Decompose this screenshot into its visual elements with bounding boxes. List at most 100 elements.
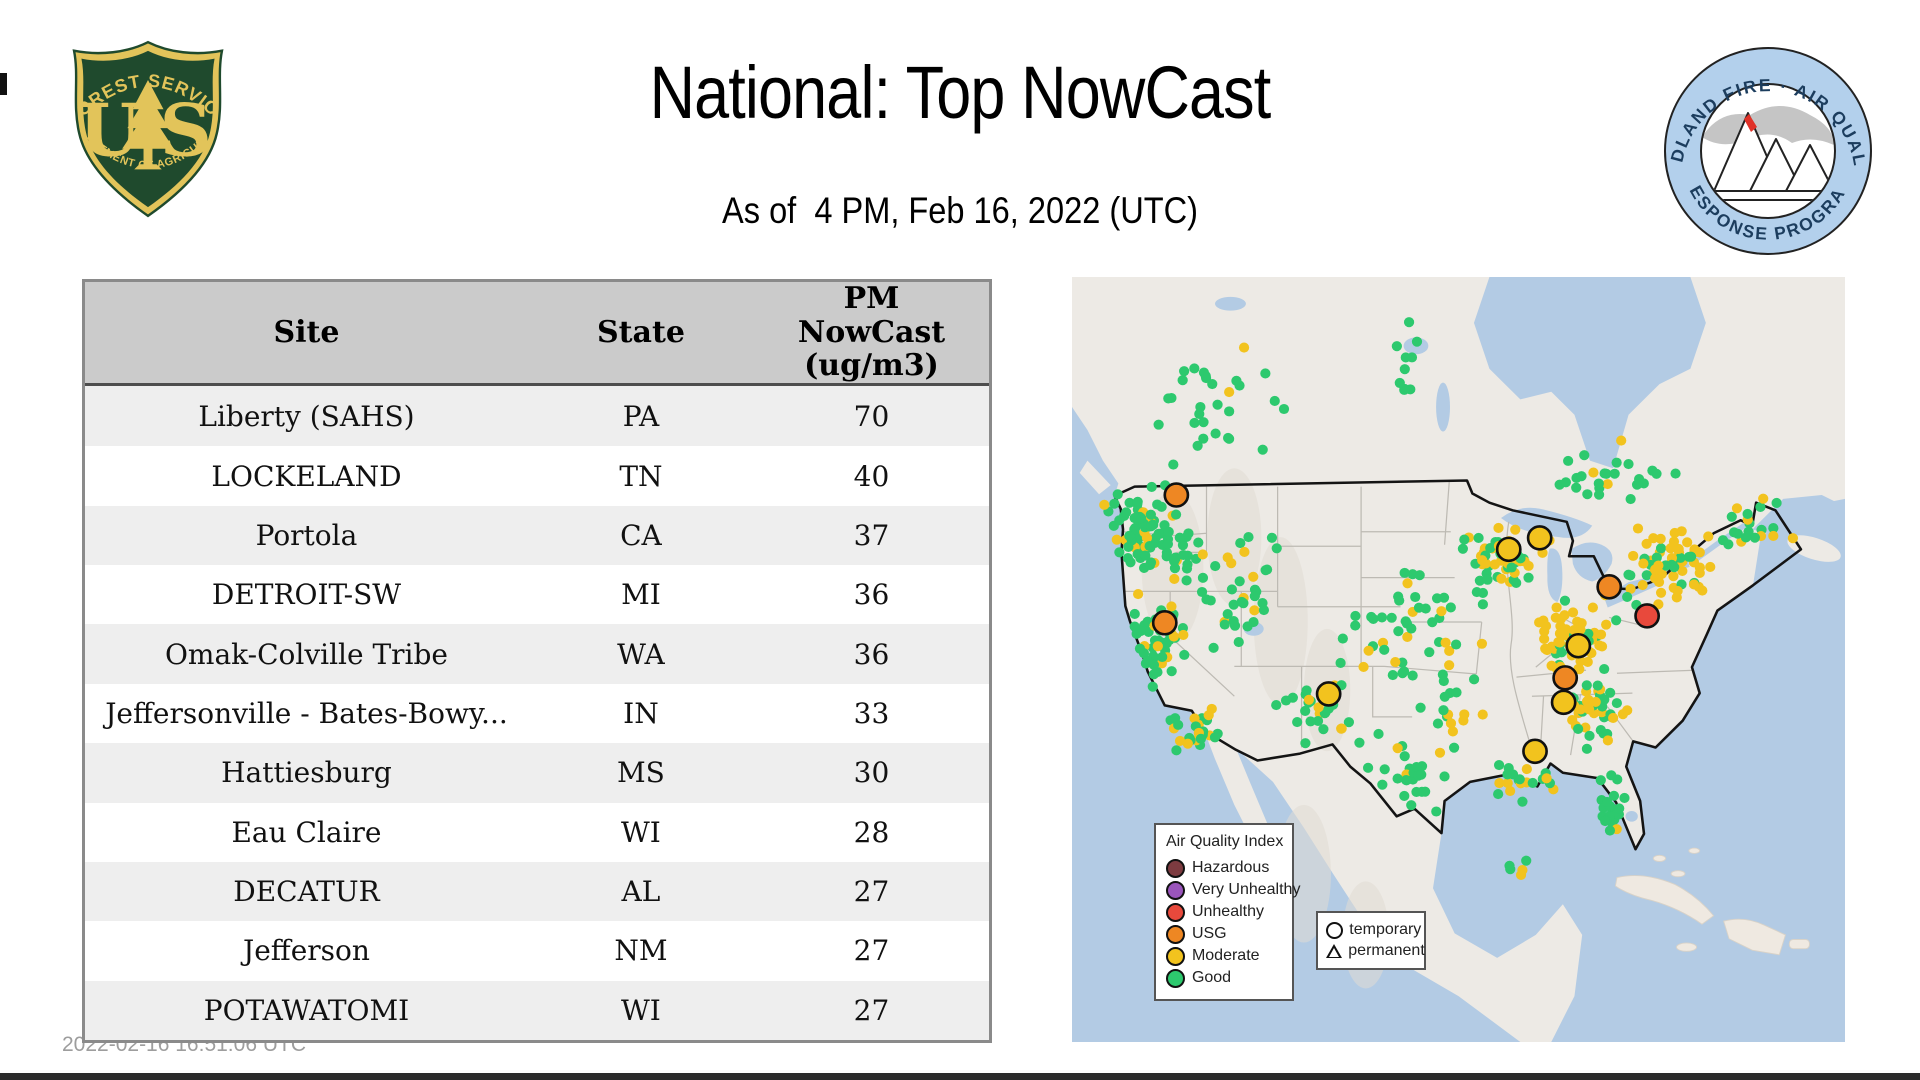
- monitor-dot-good: [1683, 551, 1695, 562]
- monitor-dot-good: [1393, 626, 1404, 637]
- value-cell: 36: [753, 565, 989, 625]
- monitor-dot-good: [1231, 375, 1242, 386]
- monitor-dot-good: [1406, 623, 1417, 634]
- value-cell: 28: [753, 802, 989, 862]
- monitor-dot-good: [1292, 716, 1303, 728]
- aqi-legend-item: Very Unhealthy: [1165, 880, 1300, 900]
- monitor-dot-moderate: [1534, 617, 1545, 628]
- monitor-dot-moderate: [1166, 601, 1177, 612]
- value-cell: 37: [753, 505, 989, 566]
- site-marker: [1565, 632, 1592, 659]
- monitor-dot-good: [1619, 792, 1630, 803]
- site-cell: DETROIT-SW: [85, 565, 528, 625]
- state-cell: TN: [527, 446, 754, 506]
- monitor-dot-moderate: [1632, 523, 1644, 534]
- monitor-dot-moderate: [1248, 571, 1259, 582]
- state-cell: MI: [527, 565, 754, 625]
- monitor-dot-good: [1301, 685, 1312, 696]
- monitor-dot-moderate: [1602, 735, 1614, 746]
- monitor-dot-moderate: [1787, 533, 1799, 544]
- value-cell: 27: [753, 980, 989, 1040]
- aqi-legend-label: Good: [1191, 969, 1232, 987]
- monitor-dot-moderate: [1588, 467, 1599, 478]
- state-cell: IN: [527, 683, 754, 744]
- monitor-dot-good: [1114, 515, 1125, 526]
- monitor-dot-moderate: [1616, 435, 1627, 446]
- pm-header-line2: NowCast: [797, 314, 946, 350]
- letter-u: U: [79, 89, 142, 174]
- site-cell: Omak-Colville Tribe: [85, 624, 528, 684]
- monitor-dot-moderate: [1705, 561, 1716, 572]
- monitor-dot-moderate: [1638, 558, 1649, 569]
- monitor-dot-good: [1420, 786, 1431, 797]
- monitor-dot-good: [1132, 496, 1143, 507]
- top-nowcast-table: Site State PM NowCast (ug/m3) Liberty (S…: [82, 279, 992, 1043]
- monitor-dot-good: [1729, 527, 1740, 538]
- aqi-legend-label: Hazardous: [1191, 859, 1270, 877]
- value-cell: 33: [753, 683, 989, 744]
- monitor-dot-good: [1271, 700, 1282, 711]
- value-cell: 30: [753, 743, 989, 803]
- monitor-dot-good: [1224, 433, 1235, 444]
- monitor-dot-good: [1623, 459, 1634, 470]
- state-cell: PA: [527, 384, 754, 447]
- monitor-dot-good: [1163, 526, 1174, 537]
- monitor-dot-good: [1337, 633, 1348, 644]
- monitor-dot-moderate: [1224, 387, 1235, 398]
- monitor-dot-good: [1439, 691, 1450, 702]
- monitor-dot-good: [1599, 663, 1610, 675]
- monitor-dot-moderate: [1477, 555, 1488, 566]
- monitor-dot-good: [1125, 557, 1136, 568]
- site-cell: Portola: [85, 505, 528, 566]
- monitor-dot-moderate: [1554, 628, 1566, 639]
- monitor-dot-good: [1163, 393, 1174, 404]
- monitor-dot-moderate: [1655, 533, 1666, 544]
- site-cell: Hattiesburg: [85, 743, 528, 803]
- monitor-dot-good: [1559, 595, 1571, 606]
- monitor-dot-good: [1179, 649, 1190, 660]
- monitor-dot-good: [1189, 417, 1200, 429]
- monitor-dot-good: [1517, 796, 1528, 807]
- pm-header-line3: (ug/m3): [804, 348, 939, 384]
- monitor-dot-good: [1243, 532, 1254, 543]
- monitor-dot-moderate: [1238, 342, 1250, 353]
- monitor-dot-good: [1376, 612, 1388, 623]
- monitor-dot-moderate: [1758, 493, 1769, 504]
- monitor-dot-good: [1153, 528, 1164, 539]
- monitor-dot-moderate: [1587, 602, 1598, 613]
- site-cell: POTAWATOMI: [85, 980, 528, 1040]
- state-cell: AL: [527, 861, 754, 922]
- monitor-dot-good: [1210, 428, 1221, 439]
- table-row: Portola CA 37: [85, 505, 989, 566]
- site-marker: [1522, 738, 1548, 765]
- site-cell: Eau Claire: [85, 802, 528, 862]
- monitor-dot-moderate: [1554, 637, 1565, 648]
- monitor-dot-good: [1655, 543, 1667, 554]
- monitor-dot-good: [1431, 593, 1443, 604]
- state-cell: MS: [527, 743, 754, 803]
- monitor-dot-good: [1392, 773, 1403, 784]
- monitor-dot-good: [1387, 670, 1398, 681]
- monitor-dot-moderate: [1239, 546, 1250, 558]
- monitor-dot-good: [1236, 596, 1247, 607]
- monitor-dot-moderate: [1703, 531, 1714, 542]
- good-swatch-icon: [1165, 968, 1185, 988]
- value-cell: 40: [753, 446, 989, 506]
- monitor-dot-good: [1625, 493, 1636, 505]
- monitor-dot-moderate: [1203, 710, 1214, 721]
- monitor-dot-moderate: [1541, 773, 1552, 784]
- value-cell: 27: [753, 861, 989, 922]
- monitor-dot-good: [1350, 610, 1361, 622]
- table-row: DETROIT-SW MI 36: [85, 565, 989, 625]
- state-cell: NM: [527, 921, 754, 981]
- permanent-triangle-icon: [1326, 944, 1343, 959]
- monitor-dot-good: [1200, 370, 1211, 381]
- monitor-dot-good: [1482, 574, 1493, 585]
- monitor-dot-good: [1582, 489, 1593, 500]
- monitor-dot-good: [1219, 619, 1230, 630]
- monitor-dot-good: [1142, 655, 1153, 666]
- monitor-dot-good: [1162, 539, 1174, 550]
- monitor-dot-moderate: [1476, 638, 1488, 649]
- monitor-dot-good: [1595, 775, 1606, 786]
- monitor-dot-good: [1169, 556, 1180, 567]
